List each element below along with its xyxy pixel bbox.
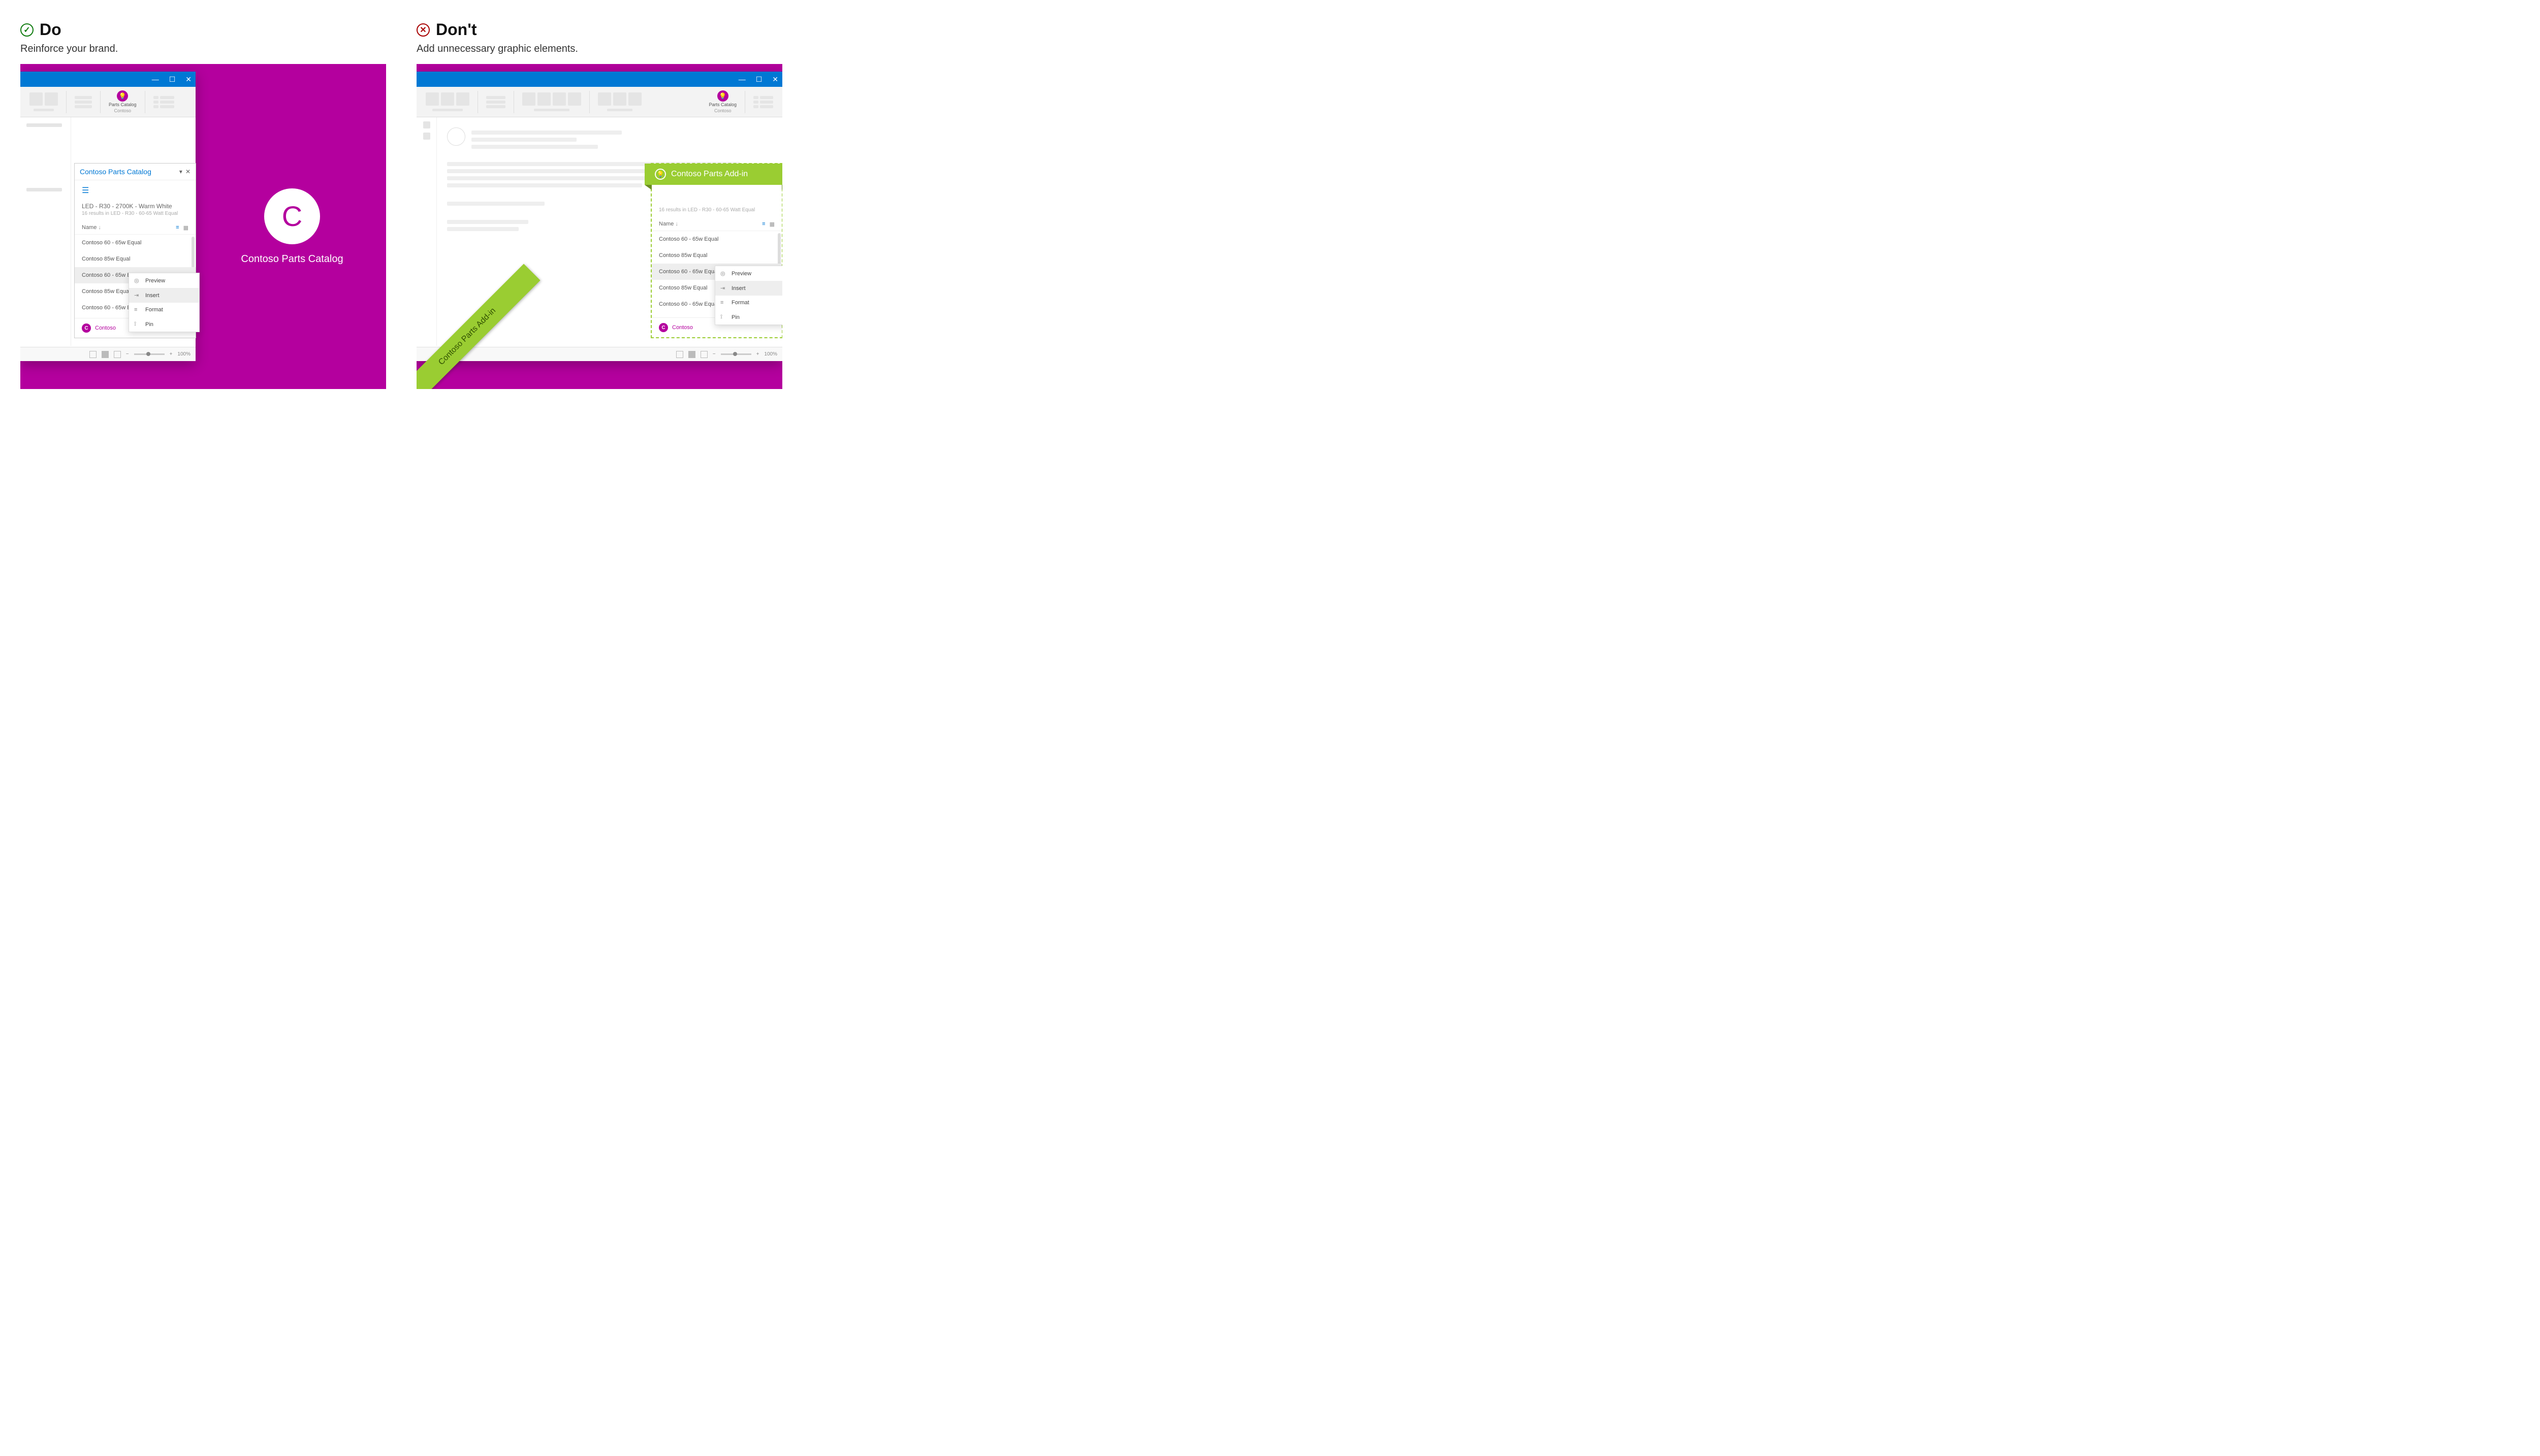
zoom-out-icon[interactable]: − xyxy=(126,351,129,357)
lightbulb-icon: 💡 xyxy=(117,90,128,102)
minimize-icon[interactable]: — xyxy=(739,75,746,83)
minimize-icon[interactable]: — xyxy=(152,75,159,83)
avatar-icon xyxy=(447,127,465,146)
app-window-do: — ☐ ✕ xyxy=(20,72,196,361)
taskpane-close-icon[interactable]: ✕ xyxy=(185,168,190,175)
list-item[interactable]: Contoso 60 - 65w Equal xyxy=(75,235,196,251)
brand-name: Contoso xyxy=(95,325,116,331)
task-pane-title: Contoso Parts Catalog xyxy=(80,168,151,176)
list-view-icon[interactable]: ≡ xyxy=(762,221,765,228)
do-stage: C Contoso Parts Catalog — ☐ ✕ xyxy=(20,64,386,389)
ribbon-addin-button[interactable]: 💡 Parts Catalog Contoso xyxy=(105,90,141,114)
menu-preview[interactable]: ◎Preview xyxy=(129,273,199,288)
lightbulb-outline-icon: 💡 xyxy=(655,169,666,180)
list-view-icon[interactable]: ≡ xyxy=(176,224,179,231)
menu-pin[interactable]: ⟟Pin xyxy=(715,310,782,325)
menu-pin[interactable]: ⟟Pin xyxy=(129,317,199,332)
do-heading: Do xyxy=(40,20,61,39)
brand-splash: C Contoso Parts Catalog xyxy=(198,64,386,389)
dont-stage: Contoso Parts Add-in — ☐ ✕ xyxy=(417,64,782,389)
context-menu: ◎Preview ⇥Insert ≡Format ⟟Pin xyxy=(129,273,200,332)
format-icon: ≡ xyxy=(720,300,727,306)
insert-icon: ⇥ xyxy=(720,285,727,292)
view-web-icon[interactable] xyxy=(701,351,708,358)
brand-name: Contoso xyxy=(672,325,693,331)
window-titlebar: — ☐ ✕ xyxy=(20,72,196,87)
window-titlebar: — ☐ ✕ xyxy=(417,72,782,87)
view-web-icon[interactable] xyxy=(114,351,121,358)
menu-insert[interactable]: ⇥Insert xyxy=(715,281,782,296)
format-icon: ≡ xyxy=(134,307,141,313)
do-check-icon: ✓ xyxy=(20,23,34,37)
brand-caption: Contoso Parts Catalog xyxy=(241,253,343,265)
do-subtitle: Reinforce your brand. xyxy=(20,43,386,55)
results-count: 16 results in LED - R30 - 60-65 Watt Equ… xyxy=(75,211,196,221)
list-item[interactable]: Contoso 60 - 65w Equal xyxy=(652,231,782,247)
zoom-level: 100% xyxy=(764,351,777,357)
menu-format[interactable]: ≡Format xyxy=(715,296,782,310)
decorative-banner: 💡 Contoso Parts Add-in xyxy=(645,164,782,185)
dont-subtitle: Add unnecessary graphic elements. xyxy=(417,43,782,55)
insert-icon: ⇥ xyxy=(134,292,141,299)
view-reading-icon[interactable] xyxy=(688,351,695,358)
preview-icon: ◎ xyxy=(720,270,727,277)
list-item[interactable]: Contoso 85w Equal xyxy=(75,251,196,267)
menu-preview[interactable]: ◎Preview xyxy=(715,266,782,281)
brand-badge-icon: C xyxy=(659,323,668,332)
zoom-in-icon[interactable]: + xyxy=(756,351,759,357)
maximize-icon[interactable]: ☐ xyxy=(756,75,763,84)
sort-asc-icon[interactable]: ↓ xyxy=(98,224,101,231)
pin-item-icon: ⟟ xyxy=(720,314,727,320)
brand-logo-icon: C xyxy=(264,188,320,244)
maximize-icon[interactable]: ☐ xyxy=(169,75,176,84)
task-pane: Contoso Parts Catalog ▾ ✕ 💡 Contoso Part… xyxy=(651,163,782,338)
close-icon[interactable]: ✕ xyxy=(185,75,192,84)
column-name[interactable]: Name xyxy=(82,224,97,231)
filter-breadcrumb: LED - R30 - 2700K - Warm White xyxy=(75,201,196,211)
sort-asc-icon[interactable]: ↓ xyxy=(675,221,678,227)
grid-view-icon[interactable]: ▦ xyxy=(183,224,188,231)
task-pane: Contoso Parts Catalog ▾ ✕ ☰ LED - R30 - … xyxy=(74,163,196,338)
zoom-in-icon[interactable]: + xyxy=(170,351,173,357)
mail-gutter xyxy=(417,117,437,346)
zoom-slider[interactable] xyxy=(134,353,165,355)
preview-icon: ◎ xyxy=(134,277,141,284)
pin-item-icon: ⟟ xyxy=(134,321,141,328)
ribbon: 💡 Parts Catalog Contoso xyxy=(417,87,782,117)
dont-heading: Don't xyxy=(436,20,477,39)
brand-badge-icon: C xyxy=(82,323,91,333)
pin-icon[interactable]: ▾ xyxy=(179,168,182,175)
hamburger-icon[interactable]: ☰ xyxy=(75,180,196,201)
status-bar: − + 100% xyxy=(20,347,196,361)
ribbon-addin-button[interactable]: 💡 Parts Catalog Contoso xyxy=(705,90,741,114)
list-item[interactable]: Contoso 85w Equal xyxy=(652,247,782,264)
view-reading-icon[interactable] xyxy=(102,351,109,358)
menu-insert[interactable]: ⇥Insert xyxy=(129,288,199,303)
menu-format[interactable]: ≡Format xyxy=(129,303,199,317)
view-normal-icon[interactable] xyxy=(89,351,97,358)
zoom-slider[interactable] xyxy=(721,353,751,355)
zoom-out-icon[interactable]: − xyxy=(713,351,716,357)
close-icon[interactable]: ✕ xyxy=(772,75,778,84)
results-count: 16 results in LED - R30 - 60-65 Watt Equ… xyxy=(652,204,782,218)
context-menu: ◎Preview ⇥Insert ≡Format ⟟Pin xyxy=(715,266,782,325)
zoom-level: 100% xyxy=(177,351,190,357)
lightbulb-icon: 💡 xyxy=(717,90,728,102)
dont-x-icon: ✕ xyxy=(417,23,430,37)
column-name[interactable]: Name xyxy=(659,221,674,227)
view-normal-icon[interactable] xyxy=(676,351,683,358)
ribbon: 💡 Parts Catalog Contoso xyxy=(20,87,196,117)
grid-view-icon[interactable]: ▦ xyxy=(770,221,775,228)
